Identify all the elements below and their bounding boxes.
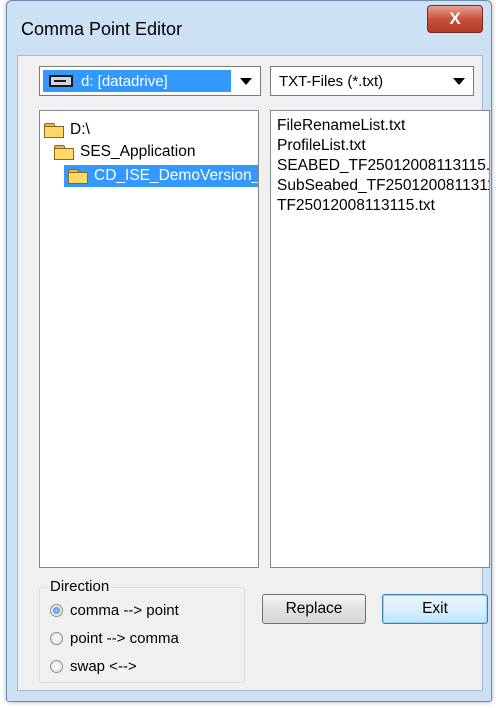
directory-item-label: CD_ISE_DemoVersion_ — [94, 167, 259, 184]
radio-swap[interactable]: swap <--> — [50, 658, 137, 675]
directory-list[interactable]: D:\ SES_Application CD_ISE_DemoVersion_ — [39, 110, 259, 568]
close-button[interactable]: X — [427, 5, 483, 33]
comma-point-editor-window: Comma Point Editor X d: [datadrive] TXT-… — [6, 0, 492, 702]
chevron-down-icon[interactable] — [240, 78, 252, 85]
directory-item-cd-ise-demoversion[interactable]: CD_ISE_DemoVersion_ — [64, 165, 259, 187]
radio-label: point --> comma — [70, 630, 179, 647]
file-list[interactable]: FileRenameList.txt ProfileList.txt SEABE… — [270, 110, 490, 568]
drive-icon — [49, 75, 73, 87]
radio-selected-icon[interactable] — [50, 604, 63, 617]
directory-item-label: SES_Application — [80, 143, 196, 160]
file-type-select-label: TXT-Files (*.txt) — [279, 73, 384, 90]
chevron-down-icon[interactable] — [453, 78, 465, 85]
window-title: Comma Point Editor — [21, 19, 183, 39]
open-folder-icon — [44, 123, 64, 138]
radio-label: swap <--> — [70, 658, 137, 675]
exit-button[interactable]: Exit — [382, 594, 488, 624]
directory-item-label: D:\ — [70, 121, 90, 138]
radio-unselected-icon[interactable] — [50, 632, 63, 645]
radio-unselected-icon[interactable] — [50, 660, 63, 673]
directory-item-root[interactable]: D:\ — [44, 119, 96, 141]
radio-comma-to-point[interactable]: comma --> point — [50, 602, 179, 619]
drive-select-label: d: [datadrive] — [81, 72, 168, 90]
file-item[interactable]: TF25012008113115.txt — [277, 197, 435, 215]
open-folder-icon — [54, 145, 74, 160]
file-item[interactable]: SubSeabed_TF25012008113115.txt — [277, 177, 489, 195]
radio-label: comma --> point — [70, 602, 179, 619]
directory-item-ses-application[interactable]: SES_Application — [54, 141, 201, 163]
replace-button[interactable]: Replace — [262, 594, 366, 624]
direction-group-label: Direction — [48, 578, 112, 595]
file-item[interactable]: FileRenameList.txt — [277, 117, 405, 135]
radio-point-to-comma[interactable]: point --> comma — [50, 630, 179, 647]
dialog-client-area: d: [datadrive] TXT-Files (*.txt) D:\ SES… — [17, 55, 490, 691]
file-item[interactable]: ProfileList.txt — [277, 137, 366, 155]
open-folder-icon — [68, 169, 88, 184]
file-item[interactable]: SEABED_TF25012008113115.txt — [277, 157, 489, 175]
drive-select[interactable]: d: [datadrive] — [39, 66, 261, 96]
direction-groupbox: Direction comma --> point point --> comm… — [39, 578, 245, 683]
file-type-select[interactable]: TXT-Files (*.txt) — [270, 66, 474, 96]
drive-select-value: d: [datadrive] — [43, 70, 231, 92]
